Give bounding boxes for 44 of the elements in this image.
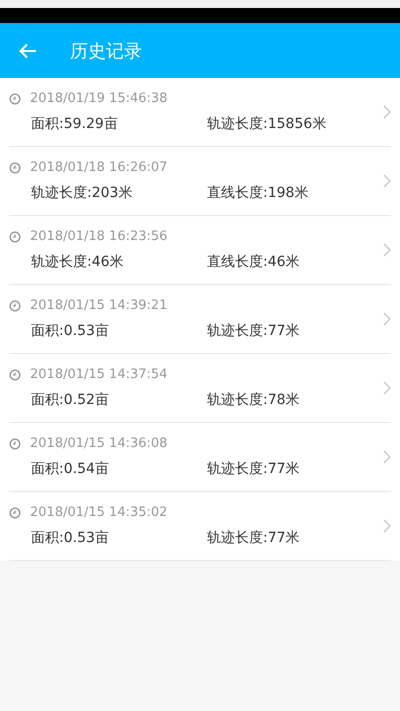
clock-icon <box>9 92 21 104</box>
record-value: 轨迹长度:46米 <box>31 253 125 271</box>
record-row[interactable]: 2018/01/15 14:35:02 面积:0.53亩 轨迹长度:77米 <box>9 492 391 561</box>
record-row[interactable]: 2018/01/19 15:46:38 面积:59.29亩 轨迹长度:15856米 <box>9 78 391 147</box>
record-row[interactable]: 2018/01/15 14:36:08 面积:0.54亩 轨迹长度:77米 <box>9 423 391 492</box>
record-time: 2018/01/15 14:37:54 <box>30 367 168 382</box>
record-value: 面积:0.52亩 <box>31 391 110 409</box>
chevron-right-icon <box>383 174 391 188</box>
record-value: 轨迹长度:203米 <box>31 184 134 202</box>
record-value: 面积:0.53亩 <box>31 529 110 547</box>
record-value: 面积:59.29亩 <box>31 115 119 133</box>
record-value: 面积:0.54亩 <box>31 460 110 478</box>
record-value: 轨迹长度:77米 <box>207 322 300 340</box>
clock-icon <box>9 230 21 242</box>
record-time: 2018/01/15 14:39:21 <box>30 298 168 313</box>
record-value: 直线长度:198米 <box>207 184 308 202</box>
record-value: 面积:0.53亩 <box>31 322 110 340</box>
record-time: 2018/01/15 14:36:08 <box>30 436 168 451</box>
record-value: 轨迹长度:77米 <box>207 529 300 547</box>
chevron-right-icon <box>383 312 391 326</box>
record-time: 2018/01/19 15:46:38 <box>30 91 168 106</box>
clock-icon <box>9 368 21 380</box>
record-row[interactable]: 2018/01/15 14:39:21 面积:0.53亩 轨迹长度:77米 <box>9 285 391 354</box>
clock-icon <box>9 438 21 450</box>
chevron-right-icon <box>383 450 391 464</box>
record-time: 2018/01/18 16:26:07 <box>30 160 168 175</box>
record-row[interactable]: 2018/01/18 16:26:07 轨迹长度:203米 直线长度:198米 <box>9 147 391 216</box>
chevron-right-icon <box>383 519 391 533</box>
chevron-right-icon <box>383 381 391 395</box>
chevron-right-icon <box>383 243 391 257</box>
record-time: 2018/01/15 14:35:02 <box>30 505 168 520</box>
chevron-right-icon <box>383 105 391 119</box>
clock-icon <box>9 162 21 174</box>
record-value: 轨迹长度:15856米 <box>207 115 326 133</box>
record-value: 直线长度:46米 <box>207 253 300 271</box>
back-arrow-icon <box>19 42 37 58</box>
clock-icon <box>9 506 21 518</box>
record-row[interactable]: 2018/01/18 16:23:56 轨迹长度:46米 直线长度:46米 <box>9 216 391 285</box>
clock-icon <box>9 300 21 312</box>
page-title: 历史记录 <box>70 40 142 62</box>
record-value: 轨迹长度:78米 <box>207 391 300 409</box>
record-time: 2018/01/18 16:23:56 <box>30 229 168 244</box>
record-row[interactable]: 2018/01/15 14:37:54 面积:0.52亩 轨迹长度:78米 <box>9 354 391 423</box>
record-value: 轨迹长度:77米 <box>207 460 300 478</box>
